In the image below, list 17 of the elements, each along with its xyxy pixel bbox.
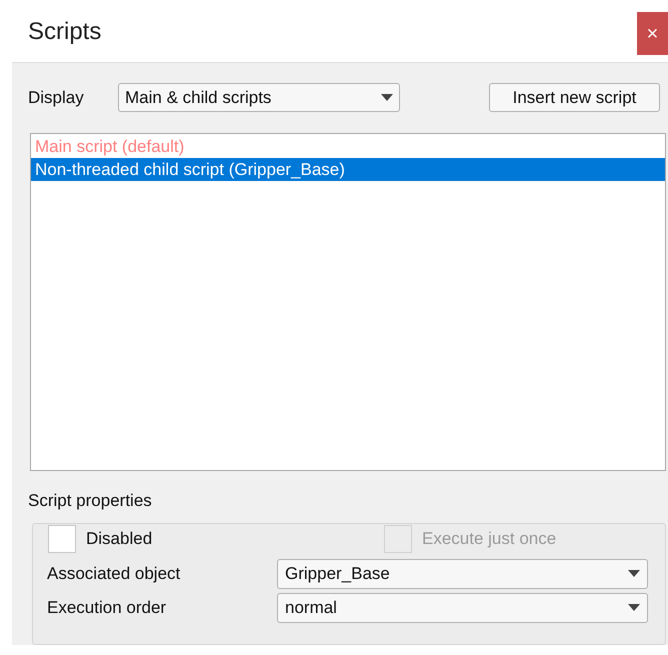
checkbox-label: Execute just once (422, 528, 556, 550)
dropdown-arrow-icon (628, 570, 640, 577)
close-button[interactable]: × (637, 12, 668, 55)
field-label: Execution order (47, 596, 168, 619)
insert-script-button[interactable]: Insert new script (489, 83, 660, 112)
dropdown-arrow-icon (381, 94, 393, 101)
dropdown-arrow-icon (628, 604, 640, 611)
window-title: Scripts (28, 17, 102, 47)
display-label: Display (28, 86, 85, 109)
dropdown[interactable]: Gripper_Base (277, 558, 648, 588)
checkbox-label: Disabled (86, 528, 152, 550)
field-label: Associated object (47, 562, 182, 585)
section-title: Script properties (28, 490, 152, 512)
dropdown[interactable]: normal (277, 592, 648, 622)
script-list-item[interactable]: Non-threaded child script (Gripper_Base) (31, 158, 665, 181)
display-dropdown[interactable]: Main & child scripts (118, 83, 400, 112)
checkbox[interactable] (48, 524, 76, 552)
